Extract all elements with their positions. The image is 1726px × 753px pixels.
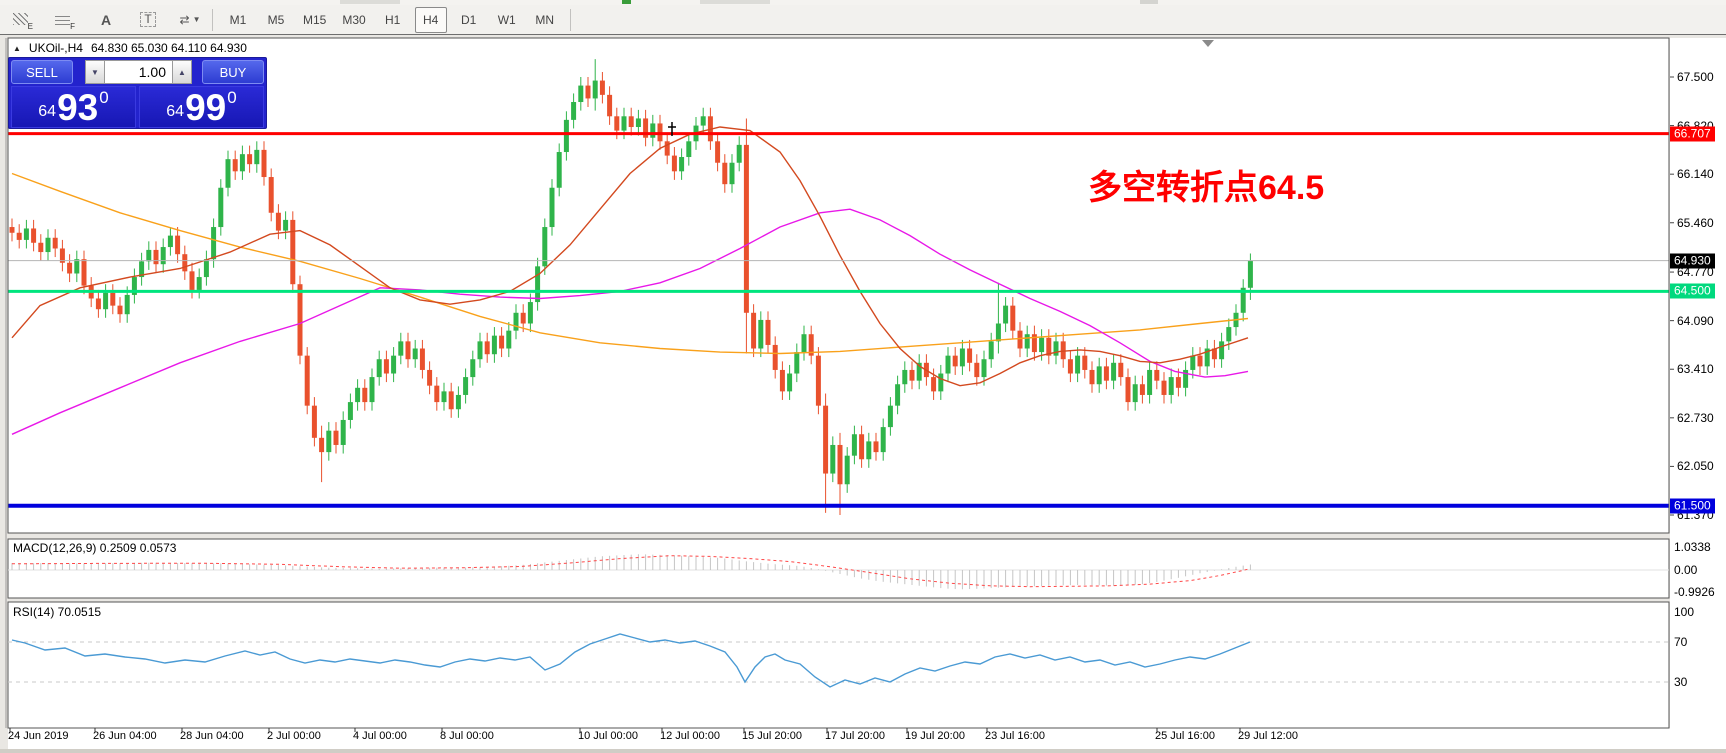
chart-header: ▲ UKOil-,H4 64.830 65.030 64.110 64.930 [13, 41, 247, 55]
buy-price-tile[interactable]: 64 99 0 [139, 86, 264, 128]
time-tick-label: 15 Jul 20:00 [742, 730, 802, 742]
price-tick-label: 62.730 [1677, 410, 1714, 425]
macd-axis-label: 1.0338 [1674, 540, 1711, 555]
price-tick-label: 65.460 [1677, 215, 1714, 230]
sub-letter: F [70, 21, 75, 31]
price-tick-label: 62.050 [1677, 459, 1714, 474]
bottom-edge [0, 749, 1726, 753]
timeframe-button-M1[interactable]: M1 [222, 7, 254, 33]
fibonacci-tool-button[interactable]: F [48, 7, 80, 33]
macd-axis-label: -0.9926 [1674, 584, 1715, 599]
timeframe-button-W1[interactable]: W1 [491, 7, 523, 33]
collapse-panel-icon[interactable]: ▲ [13, 44, 21, 53]
price-tick-label: 66.140 [1677, 167, 1714, 182]
price-axis[interactable] [1670, 38, 1726, 728]
mt4-window: { "toolbar": { "draw_tools": [ {"name": … [0, 0, 1726, 753]
sell-price-pips: 93 [57, 87, 99, 128]
toolbar-separator [569, 8, 571, 31]
sell-price-int: 64 [38, 103, 57, 120]
toolbar-sliver-green [622, 0, 631, 4]
buy-price-int: 64 [166, 103, 185, 120]
toolbar-sliver [1140, 0, 1158, 4]
time-tick-label: 2 Jul 00:00 [267, 730, 321, 742]
price-badge-61.500: 61.500 [1670, 498, 1715, 514]
dots-glyph [55, 13, 70, 25]
time-tick-label: 25 Jul 16:00 [1155, 730, 1215, 742]
rsi-label: RSI(14) 70.0515 [13, 605, 102, 619]
text-box-icon: T [140, 12, 156, 27]
symbol-period-label: UKOil-,H4 [28, 41, 83, 55]
hatch-glyph [13, 12, 28, 25]
time-tick-label: 19 Jul 20:00 [905, 730, 965, 742]
sell-button[interactable]: SELL [11, 60, 73, 84]
timeframe-button-M5[interactable]: M5 [260, 7, 292, 33]
ohlc-readout: 64.830 65.030 64.110 64.930 [90, 41, 247, 55]
buy-price-frac: 0 [227, 88, 237, 107]
sub-letter: E [27, 21, 33, 31]
time-tick-label: 28 Jun 04:00 [180, 730, 244, 742]
volume-input[interactable]: 1.00 [105, 60, 172, 84]
time-tick-label: 29 Jul 12:00 [1238, 730, 1298, 742]
time-tick-label: 24 Jun 2019 [8, 730, 69, 742]
rsi-panel[interactable] [8, 602, 1669, 728]
rsi-axis-label: 30 [1674, 675, 1688, 689]
macd-panel[interactable] [8, 539, 1669, 598]
price-tick-label: 63.410 [1677, 362, 1714, 377]
price-badge-64.500: 64.500 [1670, 283, 1715, 299]
text-label-tool-button[interactable]: A [90, 7, 122, 33]
price-badge-64.930: 64.930 [1670, 253, 1715, 269]
price-tick-label: 64.090 [1677, 313, 1714, 328]
arrows-icon: ⇄ [179, 12, 190, 27]
sell-price-tile[interactable]: 64 93 0 [11, 86, 136, 128]
toolbar-separator [212, 8, 213, 31]
time-tick-label: 8 Jul 00:00 [440, 730, 494, 742]
rsi-axis-label: 100 [1674, 605, 1695, 619]
timeframe-button-M30[interactable]: M30 [337, 7, 370, 33]
timeframe-button-M15[interactable]: M15 [298, 7, 331, 33]
text-box-tool-button[interactable]: T [132, 7, 164, 33]
time-tick-label: 17 Jul 20:00 [825, 730, 885, 742]
toolbar: E F A T ⇄ ▼ M1 M5 M15 M30 H1 H4 D1 W1 MN [0, 5, 1726, 35]
one-click-trade-panel: SELL ▼ 1.00 ▲ BUY 64 93 0 64 99 0 [8, 57, 267, 129]
crosshair-tool-button[interactable]: E [6, 7, 38, 33]
timeframe-button-H1[interactable]: H1 [377, 7, 409, 33]
buy-button[interactable]: BUY [202, 60, 264, 84]
macd-label: MACD(12,26,9) 0.2509 0.0573 [13, 541, 177, 555]
time-tick-label: 12 Jul 00:00 [660, 730, 720, 742]
time-tick-label: 23 Jul 16:00 [985, 730, 1045, 742]
macd-axis-label: 0.00 [1674, 563, 1698, 577]
time-tick-label: 26 Jun 04:00 [93, 730, 157, 742]
toolbar-sliver [340, 0, 400, 4]
rsi-axis-label: 70 [1674, 635, 1688, 649]
time-tick-label: 4 Jul 00:00 [353, 730, 407, 742]
chevron-down-icon: ▼ [192, 15, 201, 24]
buy-price-pips: 99 [185, 87, 227, 128]
price-tick-label: 67.500 [1677, 70, 1714, 84]
time-axis-labels: 24 Jun 2019 26 Jun 04:00 28 Jun 04:00 2 Jul… [0, 730, 1726, 749]
fibonacci-tool-icon: F [55, 12, 75, 31]
timeframe-button-MN[interactable]: MN [529, 7, 561, 33]
crosshair-tool-icon: E [13, 12, 33, 31]
time-tick-label: 10 Jul 00:00 [578, 730, 638, 742]
price-badge-66.707: 66.707 [1670, 126, 1715, 142]
timeframe-button-H4[interactable]: H4 [414, 6, 447, 33]
volume-increase-button[interactable]: ▲ [172, 60, 192, 84]
sell-price-frac: 0 [99, 88, 109, 107]
timeframe-button-D1[interactable]: D1 [453, 7, 485, 33]
arrows-tool-button[interactable]: ⇄ ▼ [174, 7, 206, 33]
chart-annotation-text: 多空转折点64.5 [1088, 169, 1325, 207]
toolbar-sliver [700, 0, 770, 4]
text-label-icon: A [100, 11, 112, 28]
volume-decrease-button[interactable]: ▼ [85, 60, 105, 84]
